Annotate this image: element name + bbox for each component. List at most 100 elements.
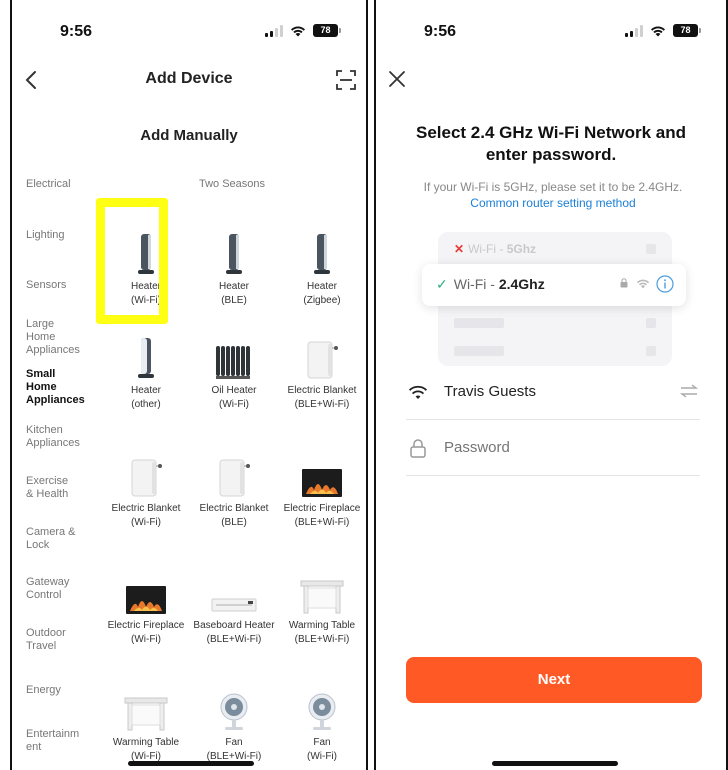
device-name: Fan	[313, 737, 331, 748]
device-heater-zigbee[interactable]: Heater (Zigbee)	[278, 226, 366, 308]
device-protocol: (Wi-Fi)	[131, 517, 161, 528]
device-name: Baseboard Heater	[193, 620, 275, 631]
category-kitchen-appliances[interactable]: Kitchen Appliances	[26, 424, 88, 450]
fireplace-icon	[278, 448, 366, 498]
wifi-24ghz-band: 2.4Ghz	[498, 276, 545, 292]
category-exercise-health[interactable]: Exercise & Health	[26, 475, 76, 501]
placeholder-bar	[454, 346, 504, 356]
device-oil-heater-wifi[interactable]: Oil Heater (Wi-Fi)	[190, 330, 278, 412]
lock-icon	[620, 278, 628, 288]
info-icon	[656, 275, 674, 293]
device-heater-other[interactable]: Heater (other)	[102, 330, 190, 412]
password-input[interactable]	[444, 439, 644, 456]
battery-icon: 78	[313, 24, 341, 37]
cellular-signal-icon	[625, 24, 643, 37]
device-fan-wifi[interactable]: Fan (Wi-Fi)	[278, 682, 366, 764]
category-gateway-control[interactable]: Gateway Control	[26, 576, 76, 602]
device-electric-blanket-ble[interactable]: Electric Blanket (BLE)	[190, 448, 278, 530]
device-protocol: (BLE+Wi-Fi)	[294, 634, 350, 645]
switch-network-icon[interactable]	[680, 384, 698, 398]
placeholder-square	[646, 318, 656, 328]
section-title: Add Manually	[140, 127, 238, 144]
status-time: 9:56	[424, 23, 457, 40]
network-name: Travis Guests	[444, 383, 536, 400]
electric-blanket-icon	[190, 448, 278, 498]
home-indicator	[492, 761, 618, 766]
network-field[interactable]: Travis Guests	[406, 364, 700, 420]
checkmark-icon: ✓	[436, 276, 448, 292]
device-protocol: (BLE+Wi-Fi)	[294, 517, 350, 528]
battery-icon: 78	[673, 24, 701, 37]
device-heater-ble[interactable]: Heater (BLE)	[190, 226, 278, 308]
device-electric-blanket-ble-wifi[interactable]: Electric Blanket (BLE+Wi-Fi)	[278, 330, 366, 412]
hint-text: If your Wi-Fi is 5GHz, please set it to …	[423, 180, 683, 194]
error-x-icon: ✕	[454, 242, 465, 256]
add-device-screen: 9:56 78 Add Device Add Manually Electric…	[10, 0, 368, 770]
placeholder-square	[646, 346, 656, 356]
warming-table-icon	[278, 565, 366, 615]
device-name: Heater	[218, 281, 249, 292]
device-name: Electric Fireplace	[283, 503, 361, 514]
fan-icon	[278, 682, 366, 732]
placeholder-bar	[454, 318, 504, 328]
lock-icon	[410, 439, 426, 458]
wifi-setup-screen: 9:56 78 Select 2.4 GHz Wi-Fi Network and…	[374, 0, 728, 770]
wifi-5ghz-row: ✕ Wi-Fi - 5Ghz	[454, 242, 536, 256]
placeholder-square	[646, 244, 656, 254]
home-indicator	[128, 761, 254, 766]
device-protocol: (BLE)	[221, 295, 247, 306]
page-title: Select 2.4 GHz Wi-Fi Network and enter p…	[415, 123, 687, 164]
cellular-signal-icon	[265, 24, 283, 37]
oil-heater-icon	[190, 330, 278, 380]
tower-heater-white-icon	[102, 330, 190, 380]
next-button[interactable]: Next	[406, 657, 702, 703]
device-name: Electric Blanket	[199, 503, 269, 514]
fan-icon	[190, 682, 278, 732]
category-energy[interactable]: Energy	[26, 684, 106, 697]
device-name: Electric Blanket	[287, 385, 357, 396]
device-protocol: (Zigbee)	[303, 295, 341, 306]
device-name: Heater	[130, 385, 161, 396]
page-title: Add Device	[145, 70, 233, 87]
device-electric-fireplace-ble-wifi[interactable]: Electric Fireplace (BLE+Wi-Fi)	[278, 448, 366, 530]
device-name: Oil Heater	[211, 385, 257, 396]
category-small-home-appliances[interactable]: Small Home Appliances	[26, 368, 88, 407]
category-lighting[interactable]: Lighting	[26, 229, 106, 242]
fireplace-icon	[102, 565, 190, 615]
category-electrical[interactable]: Electrical	[26, 178, 106, 191]
router-setting-link[interactable]: Common router setting method	[394, 196, 712, 210]
status-bar: 9:56 78	[376, 0, 726, 64]
warming-table-icon	[102, 682, 190, 732]
nav-bar: Add Device	[12, 64, 366, 98]
category-sensors[interactable]: Sensors	[26, 279, 106, 292]
device-warming-table-ble-wifi[interactable]: Warming Table (BLE+Wi-Fi)	[278, 565, 366, 647]
device-protocol: (Wi-Fi)	[219, 399, 249, 410]
device-electric-fireplace-wifi[interactable]: Electric Fireplace (Wi-Fi)	[102, 565, 190, 647]
status-time: 9:56	[60, 23, 93, 40]
selection-highlight	[96, 198, 168, 324]
category-entertainment[interactable]: Entertainm ent	[26, 728, 84, 754]
device-fan-ble-wifi[interactable]: Fan (BLE+Wi-Fi)	[190, 682, 278, 764]
category-outdoor-travel[interactable]: Outdoor Travel	[26, 627, 76, 653]
device-electric-blanket-wifi[interactable]: Electric Blanket (Wi-Fi)	[102, 448, 190, 530]
device-name: Electric Blanket	[111, 503, 181, 514]
baseboard-heater-icon	[190, 565, 278, 615]
device-protocol: (Wi-Fi)	[131, 634, 161, 645]
wifi-signal-icon	[636, 279, 650, 289]
close-icon[interactable]	[388, 70, 406, 88]
wifi-icon	[650, 25, 666, 37]
wifi-icon	[290, 25, 306, 37]
device-baseboard-heater-ble-wifi[interactable]: Baseboard Heater (BLE+Wi-Fi)	[190, 565, 278, 647]
password-field[interactable]	[406, 420, 700, 476]
device-name: Warming Table	[288, 620, 356, 631]
scan-icon[interactable]	[336, 70, 356, 90]
tower-heater-icon	[190, 226, 278, 276]
device-name: Electric Fireplace	[107, 620, 185, 631]
device-name: Fan	[225, 737, 243, 748]
category-camera-lock[interactable]: Camera & Lock	[26, 526, 76, 552]
tower-heater-icon	[278, 226, 366, 276]
wifi-24ghz-prefix: Wi-Fi -	[453, 276, 499, 292]
device-warming-table-wifi[interactable]: Warming Table (Wi-Fi)	[102, 682, 190, 764]
category-large-home-appliances[interactable]: Large Home Appliances	[26, 318, 84, 357]
subcategory-title: Two Seasons	[198, 178, 266, 190]
